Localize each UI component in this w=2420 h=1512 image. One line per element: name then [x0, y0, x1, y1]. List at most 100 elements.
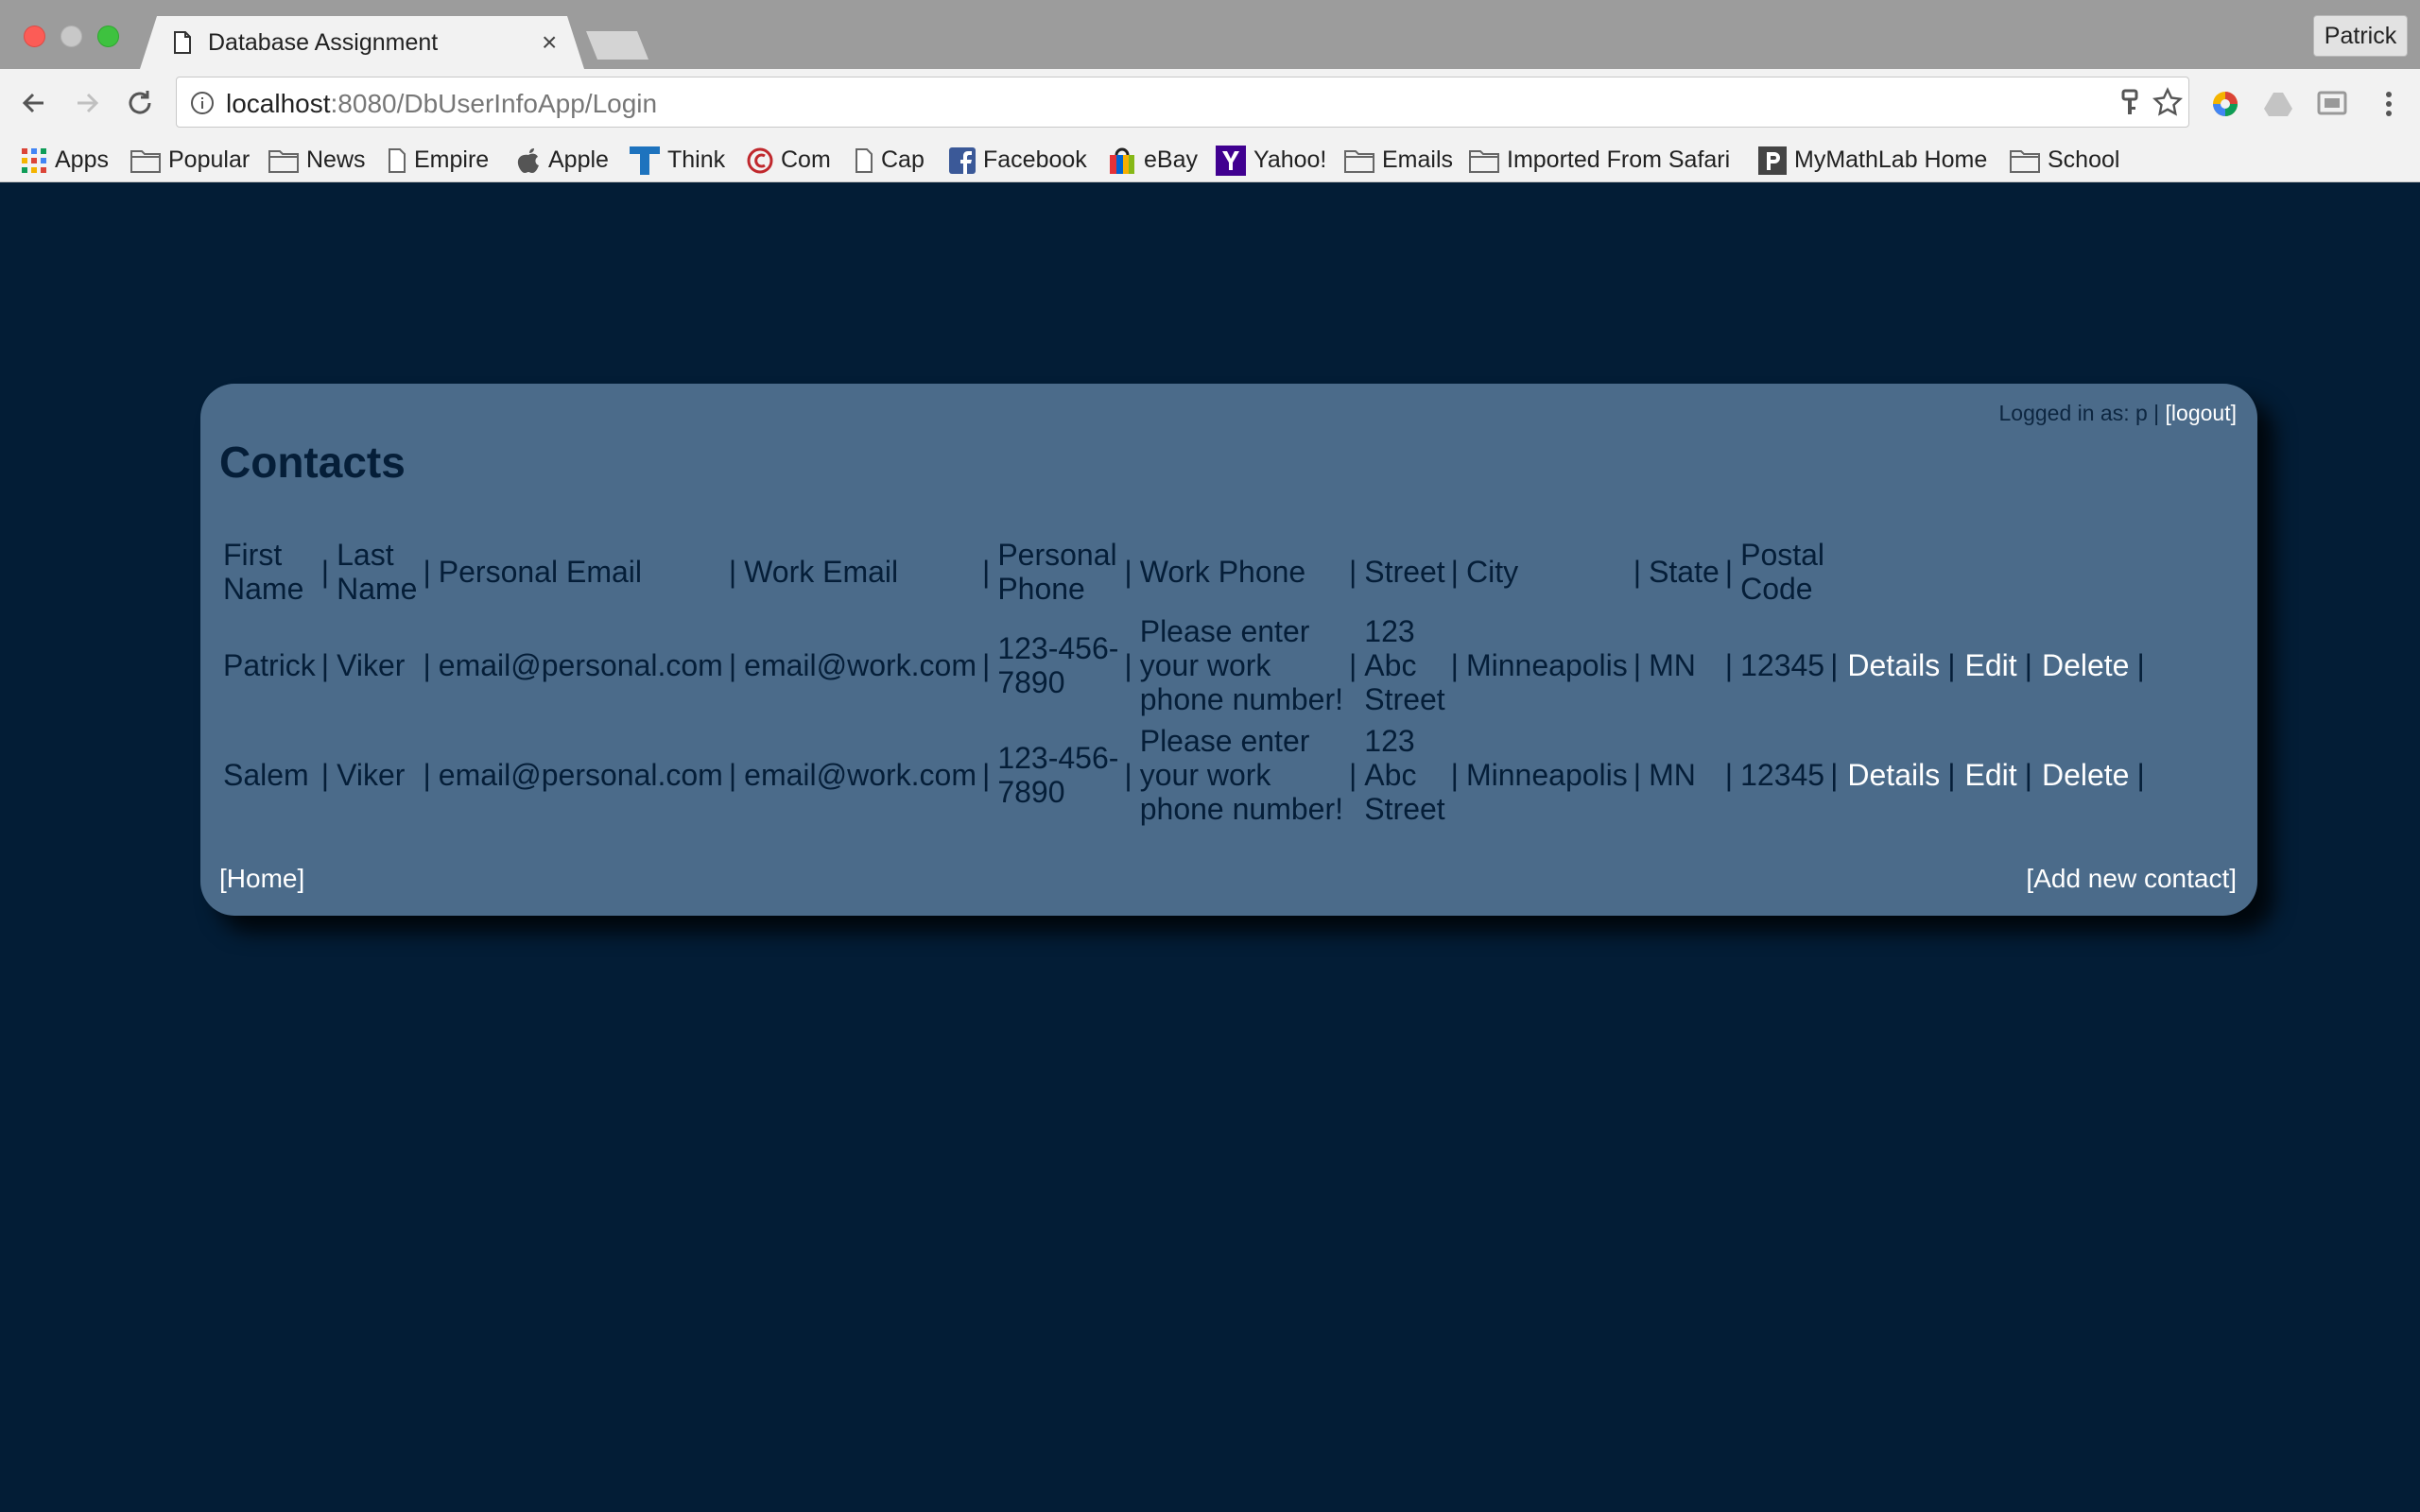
info-icon[interactable] — [190, 91, 215, 115]
drive-icon[interactable] — [2262, 88, 2294, 120]
bookmark-label: MyMathLab Home — [1794, 146, 1988, 173]
tab-close-icon[interactable]: × — [542, 27, 557, 58]
cell-last-name: Viker — [337, 758, 406, 792]
bookmark-label: Think — [667, 146, 726, 173]
table-row: Patrick | Viker | email@personal.com | e… — [219, 610, 2149, 720]
column-separator: | — [1124, 555, 1132, 589]
column-separator: | — [2024, 648, 2032, 682]
details-link[interactable]: Details — [1841, 720, 1947, 830]
browser-tab-active[interactable]: Database Assignment × — [140, 16, 584, 69]
edit-link[interactable]: Edit — [1960, 610, 2025, 720]
bookmark-mymathlab-home[interactable]: MyMathLab Home — [1758, 141, 1987, 179]
cell-first-name: Patrick — [223, 648, 316, 682]
column-separator: | — [1450, 758, 1459, 792]
bookmark-imported-from-safari[interactable]: Imported From Safari — [1469, 141, 1730, 179]
column-separator: | — [1947, 758, 1956, 792]
column-separator: | — [1724, 555, 1734, 589]
delete-link[interactable]: Delete — [2036, 610, 2137, 720]
folder-icon — [1469, 148, 1499, 174]
cell-street: 123 Abc Street — [1364, 724, 1445, 826]
bookmark-label: Popular — [168, 146, 251, 173]
contacts-table: First Name | Last Name | Personal Email | … — [219, 533, 2149, 830]
bookmark-news[interactable]: News — [268, 141, 366, 179]
cell-state: MN — [1649, 758, 1696, 792]
edit-link[interactable]: Edit — [1960, 720, 2025, 830]
browser-toolbar: localhost:8080/DbUserInfoApp/Login — [0, 69, 2420, 137]
address-bar[interactable]: localhost:8080/DbUserInfoApp/Login — [176, 77, 2189, 128]
forward-arrow-icon[interactable] — [68, 84, 106, 122]
bookmark-star-icon[interactable] — [2152, 87, 2183, 117]
column-header-personal-phone: Personal Phone — [997, 538, 1117, 606]
page-icon — [388, 148, 406, 174]
bookmark-label: School — [2048, 146, 2120, 173]
url-path: :8080/DbUserInfoApp/Login — [330, 89, 658, 118]
bookmark-label: Imported From Safari — [1507, 146, 1731, 173]
bookmark-cap[interactable]: Cap — [855, 141, 925, 179]
profile-button[interactable]: Patrick — [2313, 15, 2408, 57]
new-tab-button[interactable] — [586, 31, 648, 60]
window-maximize-button[interactable] — [97, 26, 119, 47]
column-header-personal-email: Personal Email — [438, 555, 642, 589]
cell-work-phone: Please enter your work phone number! — [1139, 724, 1343, 826]
folder-icon — [268, 148, 299, 174]
cell-last-name: Viker — [337, 648, 406, 682]
bookmark-yahoo[interactable]: Yahoo! — [1216, 141, 1326, 179]
cell-street: 123 Abc Street — [1364, 614, 1445, 716]
bookmark-school[interactable]: School — [2010, 141, 2119, 179]
reload-icon[interactable] — [121, 84, 159, 122]
bookmark-facebook[interactable]: Facebook — [949, 141, 1087, 179]
column-separator: | — [2136, 758, 2145, 792]
logout-link[interactable]: [logout] — [2166, 401, 2237, 425]
details-link[interactable]: Details — [1841, 610, 1947, 720]
column-separator: | — [1724, 758, 1734, 792]
column-separator: | — [728, 648, 737, 682]
cell-personal-phone: 123-456- 7890 — [997, 631, 1119, 699]
cast-icon[interactable] — [2316, 88, 2348, 120]
home-link[interactable]: [Home] — [219, 864, 304, 894]
column-header-city: City — [1465, 555, 1519, 589]
url-text: localhost:8080/DbUserInfoApp/Login — [226, 89, 657, 119]
yahoo-icon — [1216, 146, 1246, 177]
column-header-first-name: First Name — [223, 538, 304, 606]
add-new-contact-link[interactable]: [Add new contact] — [2026, 864, 2237, 894]
column-separator: | — [423, 555, 431, 589]
column-header-street: Street — [1364, 555, 1445, 589]
column-separator: | — [423, 648, 431, 682]
bookmark-ebay[interactable]: eBay — [1108, 141, 1198, 179]
url-host: localhost — [226, 89, 331, 118]
bookmarks-bar: Apps Popular News Empire Apple Think Com… — [0, 137, 2420, 182]
column-separator: | — [1633, 648, 1642, 682]
column-header-work-email: Work Email — [744, 555, 899, 589]
bookmark-apple[interactable]: Apple — [516, 141, 609, 179]
window-minimize-button[interactable] — [60, 26, 82, 47]
window-close-button[interactable] — [24, 26, 45, 47]
bookmark-label: eBay — [1144, 146, 1198, 173]
column-separator: | — [982, 648, 991, 682]
cell-personal-email: email@personal.com — [438, 758, 723, 792]
bookmark-empire[interactable]: Empire — [388, 141, 489, 179]
bookmark-popular[interactable]: Popular — [130, 141, 250, 179]
column-header-work-phone: Work Phone — [1139, 555, 1306, 589]
column-separator: | — [728, 555, 737, 589]
table-row: Salem | Viker | email@personal.com | ema… — [219, 720, 2149, 830]
menu-kebab-icon[interactable] — [2373, 88, 2405, 120]
column-separator: | — [1124, 758, 1132, 792]
column-separator: | — [1947, 648, 1956, 682]
key-icon[interactable] — [2118, 89, 2141, 117]
bookmark-emails[interactable]: Emails — [1344, 141, 1453, 179]
delete-link[interactable]: Delete — [2036, 720, 2137, 830]
bookmark-label: Emails — [1382, 146, 1454, 173]
column-separator: | — [1348, 648, 1357, 682]
login-status: Logged in as: p | [logout] — [1998, 401, 2237, 426]
column-separator: | — [1450, 648, 1459, 682]
column-separator: | — [982, 555, 991, 589]
column-header-last-name: Last Name — [337, 538, 418, 606]
bookmark-com[interactable]: Com — [747, 141, 831, 179]
column-separator: | — [2136, 648, 2145, 682]
back-arrow-icon[interactable] — [15, 84, 53, 122]
mymathlab-icon — [1758, 146, 1787, 176]
extension-colorwheel-icon[interactable] — [2209, 88, 2241, 120]
bookmark-apps[interactable]: Apps — [21, 141, 109, 179]
bookmark-think[interactable]: Think — [630, 141, 725, 179]
bookmark-label: Apps — [55, 146, 109, 173]
